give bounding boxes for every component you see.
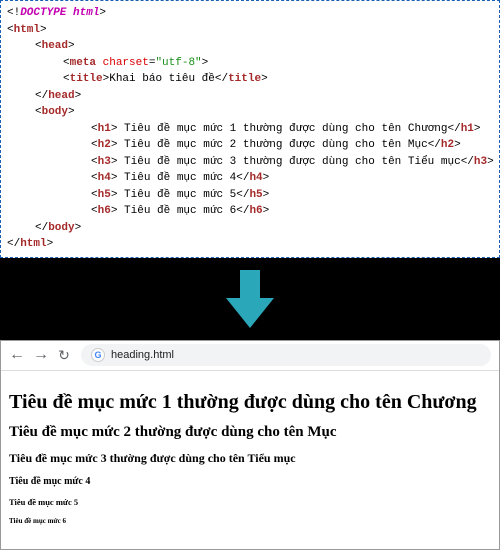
heading-h5: Tiêu đề mục mức 5 xyxy=(9,497,491,507)
code-line-body-open: <body> xyxy=(35,104,493,121)
code-line-body-close: </body> xyxy=(35,220,493,237)
heading-h4: Tiêu đề mục mức 4 xyxy=(9,476,491,487)
heading-h2: Tiêu đề mục mức 2 thường được dùng cho t… xyxy=(9,424,491,441)
code-line-h6: <h6> Tiêu đề mục mức 6</h6> xyxy=(91,203,493,220)
code-line-h5: <h5> Tiêu đề mục mức 5</h5> xyxy=(91,187,493,204)
code-line-head-close: </head> xyxy=(35,88,493,105)
url-text: heading.html xyxy=(111,349,174,361)
source-code-panel: <!DOCTYPE html> <html> <head> <meta char… xyxy=(0,0,500,258)
rendered-page: Tiêu đề mục mức 1 thường được dùng cho t… xyxy=(1,371,499,549)
forward-button[interactable]: → xyxy=(33,346,47,364)
arrow-divider xyxy=(0,258,500,340)
reload-button[interactable]: ↻ xyxy=(57,347,71,364)
heading-h6: Tiêu đề mục mức 6 xyxy=(9,517,491,525)
code-line-doctype: <!DOCTYPE html> xyxy=(7,5,493,22)
down-arrow-icon xyxy=(222,268,278,330)
code-line-meta: <meta charset="utf-8"> xyxy=(63,55,493,72)
heading-h3: Tiêu đề mục mức 3 thường được dùng cho t… xyxy=(9,451,491,466)
google-icon: G xyxy=(91,348,105,362)
code-line-h4: <h4> Tiêu đề mục mức 4</h4> xyxy=(91,170,493,187)
code-line-h2: <h2> Tiêu đề mục mức 2 thường được dùng … xyxy=(91,137,493,154)
code-line-html-open: <html> xyxy=(7,22,493,39)
code-line-h1: <h1> Tiêu đề mục mức 1 thường được dùng … xyxy=(91,121,493,138)
back-button[interactable]: ← xyxy=(9,346,23,364)
code-line-h3: <h3> Tiêu đề mục mức 3 thường được dùng … xyxy=(91,154,493,171)
code-line-title: <title>Khai báo tiêu đề</title> xyxy=(63,71,493,88)
browser-toolbar: ← → ↻ G heading.html xyxy=(1,341,499,371)
address-bar[interactable]: G heading.html xyxy=(81,344,491,366)
code-line-html-close: </html> xyxy=(7,236,493,253)
heading-h1: Tiêu đề mục mức 1 thường được dùng cho t… xyxy=(9,391,491,414)
code-line-head-open: <head> xyxy=(35,38,493,55)
browser-window: ← → ↻ G heading.html Tiêu đề mục mức 1 t… xyxy=(0,340,500,550)
